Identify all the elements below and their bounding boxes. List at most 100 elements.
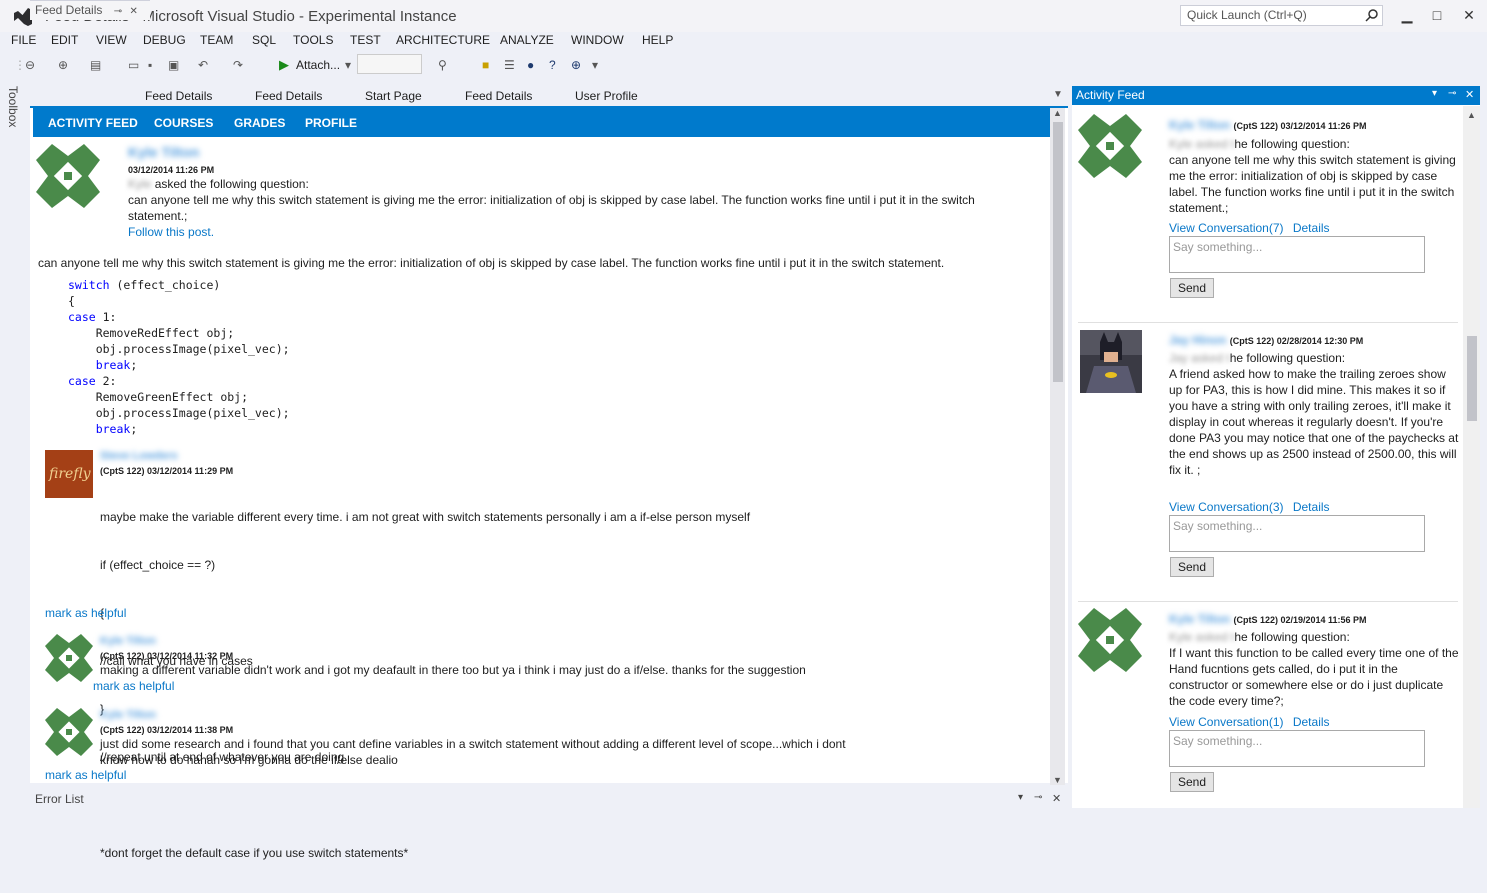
activity-item-header: Kyle Tilton (CptS 122) 03/12/2014 11:26 … bbox=[1169, 118, 1459, 132]
scroll-thumb[interactable] bbox=[1053, 122, 1063, 382]
tab-start-page[interactable]: Start Page bbox=[365, 89, 422, 103]
close-button[interactable]: ✕ bbox=[1455, 4, 1483, 26]
help-icon[interactable]: ? bbox=[549, 56, 556, 74]
web-icon[interactable]: ⊕ bbox=[571, 56, 581, 74]
quick-launch-input[interactable]: Quick Launch (Ctrl+Q) bbox=[1180, 5, 1383, 26]
feed-nav-bar: ACTIVITY FEED COURSES GRADES PROFILE bbox=[33, 108, 1051, 137]
error-list-pin-icon[interactable]: ⊸ bbox=[1034, 792, 1042, 803]
details-link[interactable]: Details bbox=[1293, 221, 1330, 235]
tab-user-profile[interactable]: User Profile bbox=[575, 89, 638, 103]
back-icon[interactable]: ⊖ bbox=[25, 56, 35, 74]
tab-feed-details-2[interactable]: Feed Details bbox=[145, 89, 212, 103]
attach-dropdown-icon[interactable]: ▾ bbox=[345, 56, 351, 74]
tab-overflow-icon[interactable]: ▼ bbox=[1053, 89, 1063, 100]
nav-profile[interactable]: PROFILE bbox=[305, 116, 357, 130]
view-conversation-link[interactable]: View Conversation(1) bbox=[1169, 715, 1284, 729]
menu-window[interactable]: WINDOW bbox=[571, 33, 624, 47]
tab-feed-details-4[interactable]: Feed Details bbox=[465, 89, 532, 103]
details-link[interactable]: Details bbox=[1293, 500, 1330, 514]
panel-menu-icon[interactable]: ▾ bbox=[1432, 88, 1437, 99]
view-conversation-link[interactable]: View Conversation(3) bbox=[1169, 500, 1284, 514]
toolbox-icon[interactable]: ■ bbox=[482, 56, 489, 74]
menu-team[interactable]: TEAM bbox=[200, 33, 233, 47]
menu-test[interactable]: TEST bbox=[350, 33, 381, 47]
scroll-down-icon[interactable]: ▼ bbox=[1053, 775, 1062, 785]
error-list-menu-icon[interactable]: ▾ bbox=[1018, 792, 1023, 803]
panel-scroll-thumb[interactable] bbox=[1467, 336, 1477, 421]
save-all-icon[interactable]: ▣ bbox=[168, 56, 179, 74]
menu-view[interactable]: VIEW bbox=[96, 33, 127, 47]
forward-icon[interactable]: ⊕ bbox=[58, 56, 68, 74]
activity-meta: (CptS 122) 03/12/2014 11:26 PM bbox=[1233, 121, 1367, 131]
menu-sql[interactable]: SQL bbox=[252, 33, 276, 47]
send-button[interactable]: Send bbox=[1170, 557, 1214, 577]
properties-icon[interactable]: ☰ bbox=[504, 56, 515, 74]
view-conversation-link[interactable]: View Conversation(7) bbox=[1169, 221, 1284, 235]
say-something-input[interactable]: Say something... bbox=[1169, 730, 1425, 767]
post-author[interactable]: Kyle Tilton bbox=[128, 144, 199, 160]
panel-scroll-up-icon[interactable]: ▲ bbox=[1467, 110, 1476, 120]
activity-asked-line: Kyle asked the following question: bbox=[1169, 137, 1350, 151]
menu-analyze[interactable]: ANALYZE bbox=[500, 33, 554, 47]
code-line: case 1: bbox=[68, 310, 117, 324]
post-asked-text: asked the following question: bbox=[154, 177, 309, 191]
activity-author[interactable]: Jay Hinon bbox=[1169, 333, 1226, 347]
nav-grades[interactable]: GRADES bbox=[234, 116, 285, 130]
activity-author[interactable]: Kyle Tilton bbox=[1169, 612, 1230, 626]
activity-item-header: Jay Hinon (CptS 122) 02/28/2014 12:30 PM bbox=[1169, 333, 1459, 347]
menu-edit[interactable]: EDIT bbox=[51, 33, 78, 47]
tab-feed-details-active[interactable]: Feed Details ⊸ ✕ bbox=[30, 0, 150, 20]
start-debugging-icon[interactable]: ▶ bbox=[279, 56, 289, 74]
maximize-button[interactable]: □ bbox=[1423, 4, 1451, 26]
code-line: obj.processImage(pixel_vec); bbox=[68, 406, 290, 420]
main-scrollbar[interactable]: ▲ ▼ bbox=[1050, 108, 1065, 785]
nav-activity-feed[interactable]: ACTIVITY FEED bbox=[48, 116, 138, 130]
save-icon[interactable]: ▪ bbox=[148, 56, 152, 74]
avatar bbox=[1078, 608, 1142, 672]
toolbar-overflow-icon[interactable]: ▾ bbox=[592, 56, 598, 74]
reply-author[interactable]: Kyle Tilton bbox=[100, 709, 156, 721]
redo-icon[interactable]: ↷ bbox=[233, 56, 243, 74]
quick-launch-placeholder: Quick Launch (Ctrl+Q) bbox=[1187, 8, 1307, 22]
pin-icon[interactable]: ⊸ bbox=[114, 6, 122, 17]
open-file-icon[interactable]: ▭ bbox=[128, 56, 139, 74]
menu-tools[interactable]: TOOLS bbox=[293, 33, 333, 47]
tab-close-icon[interactable]: ✕ bbox=[129, 6, 137, 17]
post-asked-line: Kyle asked the following question: bbox=[128, 176, 309, 192]
attach-button[interactable]: Attach... bbox=[296, 56, 340, 74]
mark-helpful-link[interactable]: mark as helpful bbox=[45, 605, 126, 621]
send-button[interactable]: Send bbox=[1170, 772, 1214, 792]
scroll-up-icon[interactable]: ▲ bbox=[1053, 108, 1062, 118]
menu-architecture[interactable]: ARCHITECTURE bbox=[396, 33, 490, 47]
say-something-input[interactable]: Say something... bbox=[1169, 236, 1425, 273]
error-list-title[interactable]: Error List bbox=[35, 792, 84, 806]
toolbox-tab[interactable]: Toolbox bbox=[6, 86, 20, 127]
minimize-button[interactable]: ▁ bbox=[1393, 4, 1421, 26]
menu-help[interactable]: HELP bbox=[642, 33, 673, 47]
svg-text:firefly: firefly bbox=[48, 466, 92, 482]
activity-links: View Conversation(7) Details bbox=[1169, 220, 1330, 236]
menu-file[interactable]: FILE bbox=[11, 33, 36, 47]
reply-author[interactable]: Kyle Tilton bbox=[100, 635, 156, 647]
mark-helpful-link[interactable]: mark as helpful bbox=[93, 678, 174, 694]
error-list-close-icon[interactable]: ✕ bbox=[1052, 792, 1061, 805]
undo-icon[interactable]: ↶ bbox=[198, 56, 208, 74]
reply-meta: (CptS 122) 03/12/2014 11:32 PM bbox=[100, 651, 234, 661]
say-something-input[interactable]: Say something... bbox=[1169, 515, 1425, 552]
send-button[interactable]: Send bbox=[1170, 278, 1214, 298]
solution-config-combo[interactable] bbox=[357, 54, 422, 74]
panel-pin-icon[interactable]: ⊸ bbox=[1448, 88, 1456, 99]
activity-author[interactable]: Kyle Tilton bbox=[1169, 118, 1230, 132]
details-link[interactable]: Details bbox=[1293, 715, 1330, 729]
nav-courses[interactable]: COURSES bbox=[154, 116, 213, 130]
panel-scrollbar[interactable]: ▲ bbox=[1463, 106, 1480, 808]
find-icon[interactable]: ⚲ bbox=[438, 56, 447, 74]
mark-helpful-link[interactable]: mark as helpful bbox=[45, 767, 126, 783]
team-explorer-icon[interactable]: ● bbox=[527, 56, 534, 74]
panel-close-icon[interactable]: ✕ bbox=[1465, 88, 1474, 101]
menu-debug[interactable]: DEBUG bbox=[143, 33, 186, 47]
follow-post-link[interactable]: Follow this post. bbox=[128, 224, 214, 240]
new-project-icon[interactable]: ▤ bbox=[90, 56, 101, 74]
reply-author[interactable]: Steve Lowders bbox=[100, 450, 178, 462]
tab-feed-details-3[interactable]: Feed Details bbox=[255, 89, 322, 103]
